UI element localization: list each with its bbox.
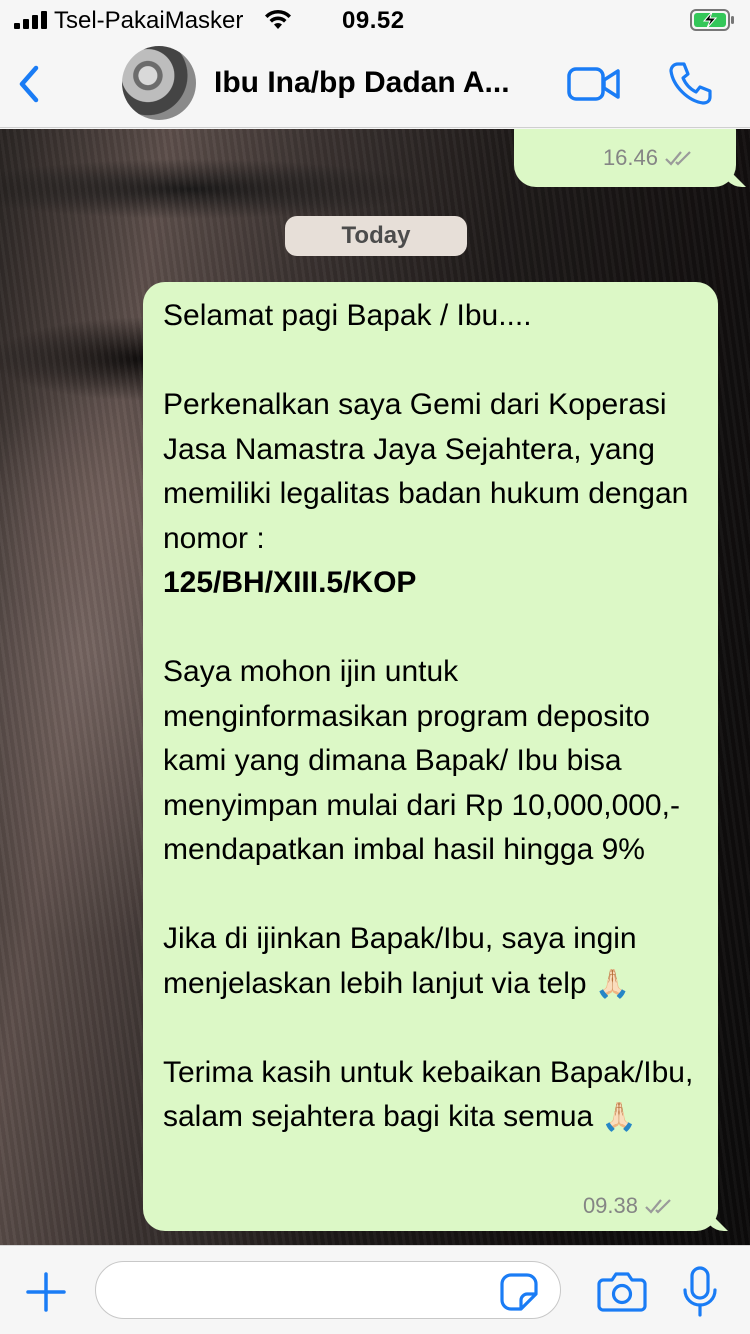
wifi-icon <box>265 9 291 29</box>
message-paragraph: Selamat pagi Bapak / Ibu.... <box>163 299 532 332</box>
message-time: 09.38 <box>582 1193 638 1218</box>
folded-hands-emoji: 🙏🏻 <box>594 966 630 1000</box>
status-bar: Tsel-PakaiMasker 09.52 <box>0 0 750 40</box>
registration-number: 125/BH/XIII.5/KOP <box>163 566 417 599</box>
plus-icon[interactable] <box>24 1270 68 1314</box>
read-receipt-icon <box>645 1199 671 1214</box>
message-paragraph: Saya mohon ijin untuk menginformasikan p… <box>163 655 689 866</box>
status-time: 09.52 <box>342 7 405 34</box>
truncated-message-content: ▔ ▔ ▔ ▔ ▔ <box>534 129 696 143</box>
microphone-icon[interactable] <box>682 1266 718 1318</box>
day-separator: Today <box>285 216 467 256</box>
message-input[interactable] <box>95 1261 561 1319</box>
previous-message-bubble[interactable]: ▔ ▔ ▔ ▔ ▔ 16.46 <box>514 129 736 187</box>
message-meta: 09.38 <box>583 1193 676 1219</box>
carrier-name: Tsel-PakaiMasker <box>54 7 244 34</box>
folded-hands-emoji: 🙏🏻 <box>601 1100 637 1133</box>
previous-message-meta: 16.46 <box>603 145 696 171</box>
phone-call-icon[interactable] <box>668 60 712 106</box>
message-paragraph: Jika di ijinkan Bapak/Ibu, saya ingin me… <box>163 922 645 1000</box>
message-text: Selamat pagi Bapak / Ibu.... Perkenalkan… <box>163 294 711 1140</box>
message-paragraph: Perkenalkan saya Gemi dari Koperasi Jasa… <box>163 388 697 555</box>
message-input-bar <box>0 1245 750 1334</box>
contact-name[interactable]: Ibu Ina/bp Dadan A... <box>214 66 536 100</box>
chat-area[interactable]: ▔ ▔ ▔ ▔ ▔ 16.46 Today Selamat pagi Bapak… <box>0 129 750 1245</box>
read-receipt-icon <box>665 151 691 166</box>
incoming-message-bubble[interactable]: Selamat pagi Bapak / Ibu.... Perkenalkan… <box>143 282 718 1231</box>
contact-avatar[interactable] <box>122 46 196 120</box>
video-call-icon[interactable] <box>566 64 622 104</box>
battery-charging-icon <box>690 9 734 31</box>
back-button[interactable] <box>14 62 44 106</box>
chat-header: Ibu Ina/bp Dadan A... <box>0 40 750 128</box>
signal-strength-icon <box>14 11 48 29</box>
sticker-icon[interactable] <box>499 1272 539 1312</box>
message-time: 16.46 <box>602 145 658 170</box>
camera-icon[interactable] <box>597 1270 647 1312</box>
